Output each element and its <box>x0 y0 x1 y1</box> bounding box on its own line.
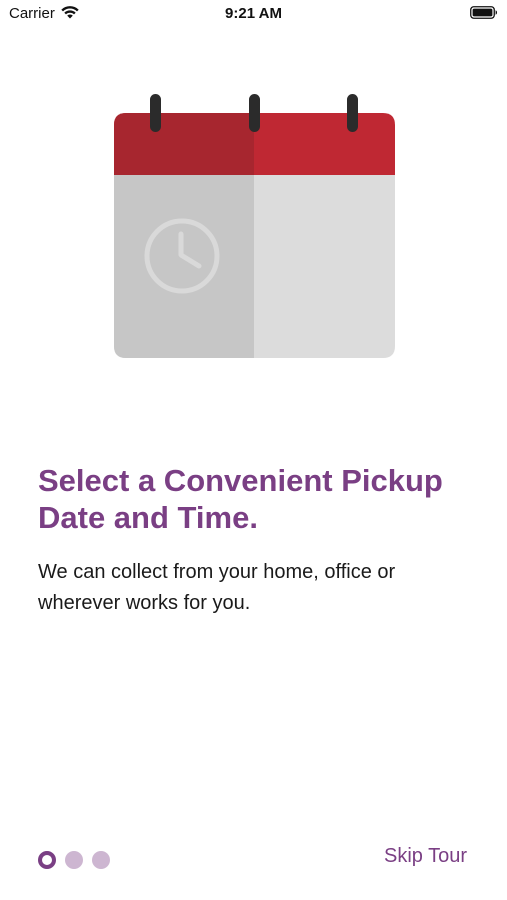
page-indicator[interactable] <box>38 850 110 870</box>
onboarding-headline: Select a Convenient Pickup Date and Time… <box>38 463 443 535</box>
skip-tour-button[interactable]: Skip Tour <box>384 845 467 868</box>
onboarding-description: We can collect from your home, office or… <box>38 561 396 614</box>
battery-icon <box>470 6 498 19</box>
page-dot-2[interactable] <box>65 851 83 869</box>
calendar-clock-icon <box>114 94 395 358</box>
status-bar: Carrier 9:21 AM <box>0 0 507 28</box>
page-dot-3[interactable] <box>92 851 110 869</box>
page-dot-1[interactable] <box>38 851 56 869</box>
status-time: 9:21 AM <box>225 5 282 22</box>
